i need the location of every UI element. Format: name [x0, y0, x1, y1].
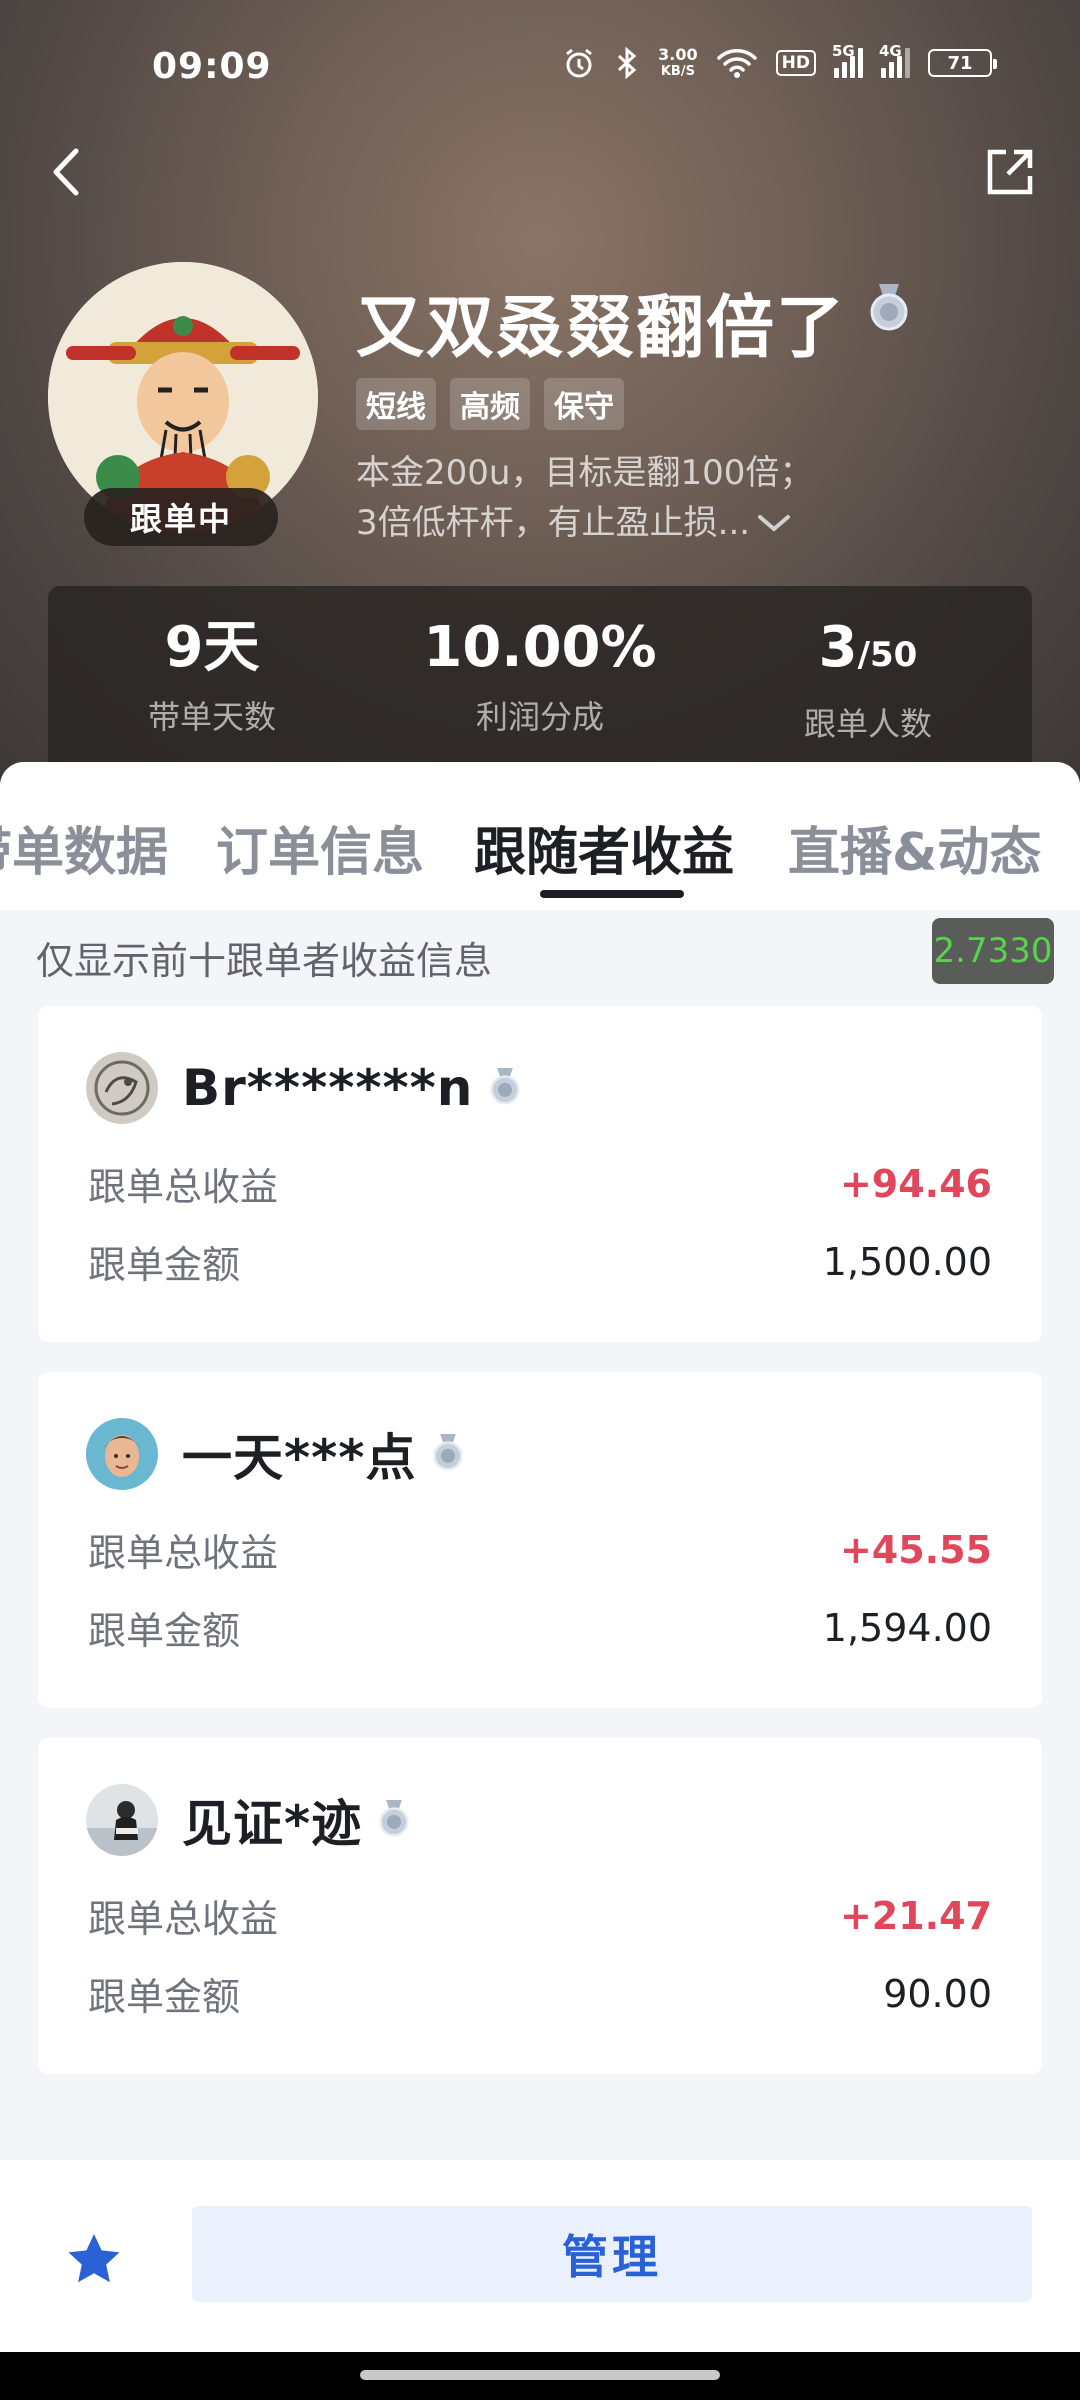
follower-avatar	[86, 1418, 158, 1490]
notice-text: 仅显示前十跟单者收益信息	[36, 939, 493, 983]
follower-card: Br*******n 跟单总收益 +94.46 跟单金额 1,500.00	[38, 1006, 1042, 1342]
medal-icon	[376, 1798, 412, 1842]
follower-card: 见证*迹 跟单总收益 +21.47 跟单金额 90.00	[38, 1738, 1042, 2074]
floating-badge[interactable]: 2.7330	[932, 918, 1054, 984]
amount-row: 跟单金额 1,500.00	[88, 1234, 992, 1289]
trader-tags: 短线 高频 保守	[356, 378, 624, 430]
signal-icon-4g: 4G	[879, 42, 910, 78]
trader-header: 09:09 3.00 KB/S HD 5G 4G 71 跟单中 又双叒叕翻倍了 …	[0, 0, 1080, 800]
home-indicator[interactable]	[360, 2370, 720, 2380]
net-speed-value: 3.00	[658, 45, 698, 64]
follow-status-badge: 跟单中	[84, 488, 278, 546]
profit-value: +94.46	[839, 1161, 992, 1206]
stat-followers-value: 3/50	[819, 616, 918, 687]
sig1-label: 5G	[832, 42, 855, 60]
medal-icon	[487, 1066, 523, 1110]
alarm-icon	[562, 46, 596, 80]
profit-row: 跟单总收益 +94.46	[88, 1156, 992, 1211]
chevron-down-icon[interactable]	[756, 511, 792, 535]
profit-label: 跟单总收益	[88, 1165, 279, 1209]
amount-row: 跟单金额 1,594.00	[88, 1600, 992, 1655]
stat-followers: 3/50 跟单人数	[704, 586, 1032, 766]
amount-value: 1,594.00	[822, 1605, 992, 1650]
stat-days-value: 9天	[164, 615, 260, 680]
stat-days-label: 带单天数	[147, 698, 276, 736]
tab-indicator	[540, 890, 684, 898]
follower-name: 见证*迹	[182, 1795, 363, 1853]
follower-avatar	[86, 1784, 158, 1856]
trader-name: 又双叒叕翻倍了	[356, 289, 847, 368]
status-bar: 09:09 3.00 KB/S HD 5G 4G 71	[0, 0, 1080, 140]
bio-line-1: 本金200u，目标是翻100倍；	[356, 453, 814, 493]
back-button[interactable]	[40, 140, 90, 204]
tab-follower-earnings[interactable]: 跟随者收益	[474, 810, 734, 885]
net-speed-unit: KB/S	[660, 64, 695, 79]
stat-profit-share-value: 10.00%	[423, 615, 657, 680]
amount-row: 跟单金额 90.00	[88, 1966, 992, 2021]
amount-label: 跟单金额	[88, 1975, 241, 2019]
profit-label: 跟单总收益	[88, 1531, 279, 1575]
bluetooth-icon	[614, 46, 640, 80]
status-icons: 3.00 KB/S HD 5G 4G 71	[562, 42, 997, 80]
battery-level: 71	[947, 52, 973, 74]
amount-label: 跟单金额	[88, 1243, 241, 1287]
medal-icon	[430, 1432, 466, 1476]
sig2-label: 4G	[879, 42, 902, 60]
tab-live-feed[interactable]: 直播&动态	[788, 810, 1041, 885]
trader-stats: 9天 带单天数 10.00% 利润分成 3/50 跟单人数	[48, 586, 1032, 766]
signal-icon-5g: 5G	[832, 42, 863, 78]
share-icon	[987, 149, 1033, 195]
stat-days: 9天 带单天数	[48, 586, 376, 766]
profit-value: +21.47	[839, 1893, 992, 1938]
star-icon	[68, 2234, 120, 2283]
stat-followers-count: 3	[818, 615, 858, 680]
net-speed: 3.00 KB/S	[658, 46, 697, 80]
hd-badge: HD	[775, 50, 816, 76]
profit-label: 跟单总收益	[88, 1897, 279, 1941]
bottom-action-bar: 管理	[0, 2160, 1080, 2352]
amount-value: 90.00	[883, 1971, 992, 2016]
follower-card: 一天***点 跟单总收益 +45.55 跟单金额 1,594.00	[38, 1372, 1042, 1708]
battery-icon: 71	[928, 49, 997, 77]
amount-value: 1,500.00	[822, 1239, 992, 1284]
chevron-left-icon	[53, 148, 79, 196]
tab-order-info[interactable]: 订单信息	[216, 810, 424, 885]
medal-icon	[866, 282, 912, 336]
stat-profit-share: 10.00% 利润分成	[376, 586, 704, 766]
trader-bio[interactable]: 本金200u，目标是翻100倍； 3倍低杆杆，有止盈止损...	[356, 448, 856, 548]
amount-label: 跟单金额	[88, 1609, 241, 1653]
system-nav-bar	[0, 2352, 1080, 2400]
manage-button[interactable]: 管理	[192, 2206, 1032, 2302]
tab-bar: 带单数据 订单信息 跟随者收益 直播&动态	[0, 762, 1080, 910]
profit-value: +45.55	[839, 1527, 992, 1572]
stat-followers-max: /50	[857, 635, 918, 675]
tag-high-frequency: 高频	[450, 378, 530, 430]
status-time: 09:09	[152, 46, 272, 87]
tag-conservative: 保守	[544, 378, 624, 430]
tag-short-term: 短线	[356, 378, 436, 430]
stat-profit-share-label: 利润分成	[475, 698, 604, 736]
follower-avatar	[86, 1052, 158, 1124]
content-sheet: 带单数据 订单信息 跟随者收益 直播&动态 仅显示前十跟单者收益信息 2.733…	[0, 762, 1080, 2162]
share-button[interactable]	[984, 146, 1036, 198]
stat-followers-label: 跟单人数	[803, 705, 932, 743]
tab-trade-data[interactable]: 带单数据	[0, 810, 168, 885]
profit-row: 跟单总收益 +21.47	[88, 1888, 992, 1943]
bio-line-2: 3倍低杆杆，有止盈止损...	[356, 503, 751, 543]
wifi-icon	[716, 47, 758, 79]
profit-row: 跟单总收益 +45.55	[88, 1522, 992, 1577]
favorite-button[interactable]	[64, 2230, 124, 2290]
follower-name: 一天***点	[182, 1429, 417, 1487]
follower-name: Br*******n	[182, 1059, 474, 1117]
